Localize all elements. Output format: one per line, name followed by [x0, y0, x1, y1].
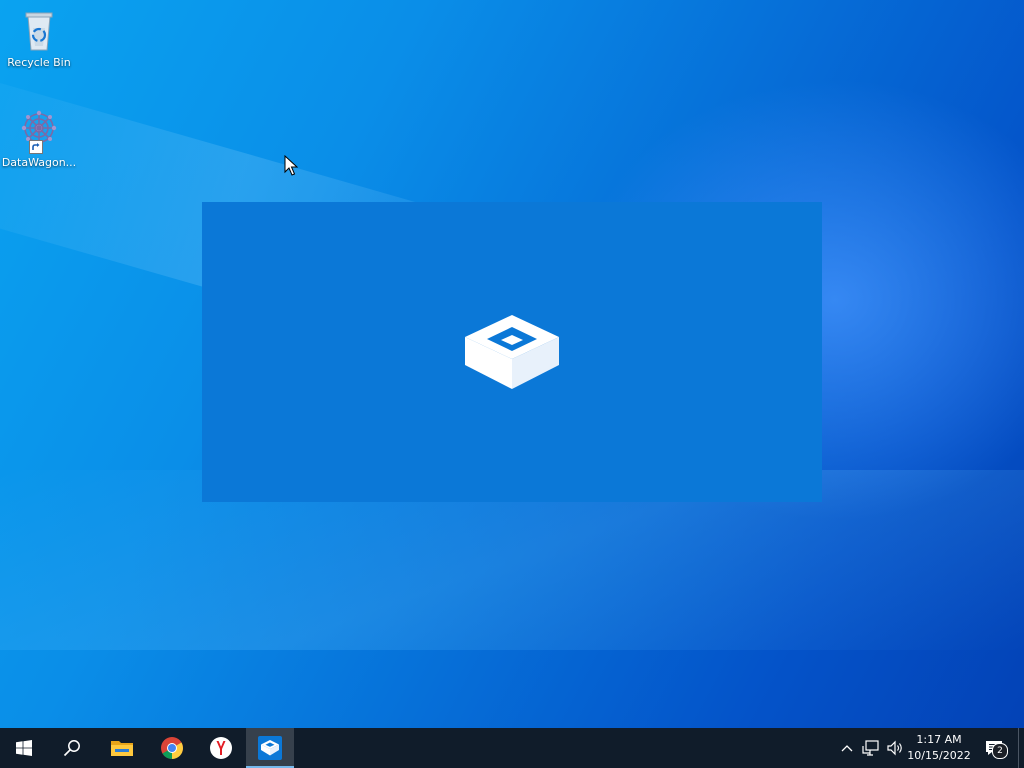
search-button[interactable]: [48, 728, 96, 768]
show-desktop-button[interactable]: [1018, 728, 1024, 768]
sandbox-box-icon: [465, 315, 559, 389]
mouse-cursor-icon: [284, 155, 298, 176]
clock-date: 10/15/2022: [907, 749, 971, 762]
yandex-browser-button[interactable]: [197, 728, 245, 768]
recycle-bin-icon: [25, 12, 53, 51]
network-icon: [862, 740, 879, 756]
desktop: Recycle Bin DataWagon...: [0, 0, 1024, 728]
chrome-button[interactable]: [148, 728, 196, 768]
desktop-icon-label: DataWagon...: [1, 156, 77, 169]
clock-time: 1:17 AM: [916, 733, 962, 746]
app-splash-screen: [202, 202, 822, 502]
desktop-icon-recycle-bin[interactable]: Recycle Bin: [1, 6, 77, 70]
sandbox-taskbar-button[interactable]: [246, 728, 294, 768]
file-explorer-button[interactable]: [98, 728, 146, 768]
shortcut-arrow-icon: [29, 140, 43, 154]
notification-count-badge: 2: [992, 743, 1008, 759]
chrome-icon: [161, 737, 183, 759]
chevron-up-icon: [841, 745, 853, 752]
taskbar-clock[interactable]: 1:17 AM 10/15/2022: [902, 728, 976, 768]
desktop-icon-datawagon[interactable]: DataWagon...: [1, 106, 77, 170]
folder-icon: [111, 741, 133, 756]
search-icon: [63, 740, 80, 757]
datawagon-icon-wrap: [15, 106, 63, 154]
network-tray-button[interactable]: [860, 728, 882, 768]
sandbox-box-icon: [258, 736, 282, 760]
notification-icon-wrap: 2: [985, 740, 1008, 759]
action-center-button[interactable]: 2: [980, 728, 1008, 768]
taskbar: 1:17 AM 10/15/2022 2: [0, 728, 1024, 768]
yandex-icon: [210, 737, 232, 759]
start-button[interactable]: [0, 728, 48, 768]
windows-logo-icon: [16, 740, 32, 756]
desktop-icon-label: Recycle Bin: [7, 56, 71, 69]
show-hidden-icons-button[interactable]: [837, 728, 857, 768]
